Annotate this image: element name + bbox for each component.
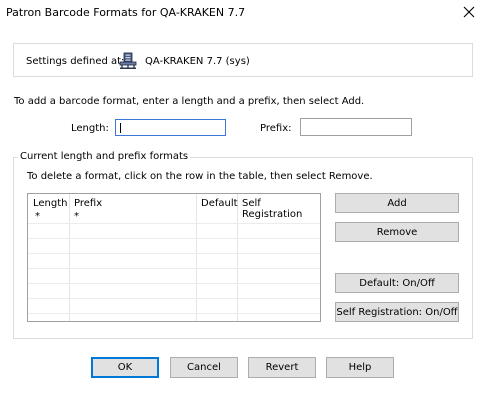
revert-button[interactable]: Revert	[248, 357, 316, 378]
column-header-default[interactable]: Default	[201, 198, 238, 209]
formats-group-title: Current length and prefix formats	[18, 151, 191, 162]
add-instruction: To add a barcode format, enter a length …	[14, 96, 365, 107]
row-divider	[28, 223, 320, 224]
close-icon	[463, 6, 475, 18]
server-icon	[119, 52, 137, 70]
settings-label: Settings defined at:	[26, 56, 125, 67]
row-divider	[28, 253, 320, 254]
row-divider	[28, 298, 320, 299]
row-divider	[28, 313, 320, 314]
row-divider	[28, 268, 320, 269]
column-divider	[237, 194, 238, 321]
close-button[interactable]	[458, 1, 480, 23]
column-header-length[interactable]: Length	[33, 198, 68, 209]
formats-table[interactable]: Length Prefix Default Self Registration …	[27, 193, 321, 322]
text-caret	[120, 123, 121, 133]
row-divider	[28, 283, 320, 284]
help-button[interactable]: Help	[326, 357, 394, 378]
settings-value: QA-KRAKEN 7.7 (sys)	[145, 56, 250, 67]
column-header-self-registration[interactable]: Self Registration	[242, 198, 320, 220]
prefix-input[interactable]	[300, 118, 412, 136]
column-divider	[69, 194, 70, 321]
cancel-button[interactable]: Cancel	[170, 357, 238, 378]
window-title: Patron Barcode Formats for QA-KRAKEN 7.7	[6, 6, 246, 19]
default-toggle-button[interactable]: Default: On/Off	[335, 273, 459, 293]
add-button[interactable]: Add	[335, 193, 459, 213]
delete-instruction: To delete a format, click on the row in …	[27, 171, 373, 182]
self-registration-toggle-button[interactable]: Self Registration: On/Off	[335, 302, 459, 322]
column-divider	[196, 194, 197, 321]
remove-button[interactable]: Remove	[335, 222, 459, 242]
table-cell-length[interactable]: *	[35, 211, 40, 222]
table-cell-prefix[interactable]: *	[74, 211, 79, 222]
prefix-label: Prefix:	[260, 123, 292, 134]
row-divider	[28, 238, 320, 239]
ok-button[interactable]: OK	[91, 357, 159, 378]
column-header-prefix[interactable]: Prefix	[74, 198, 102, 209]
length-label: Length:	[71, 123, 109, 134]
length-input[interactable]	[115, 119, 226, 136]
